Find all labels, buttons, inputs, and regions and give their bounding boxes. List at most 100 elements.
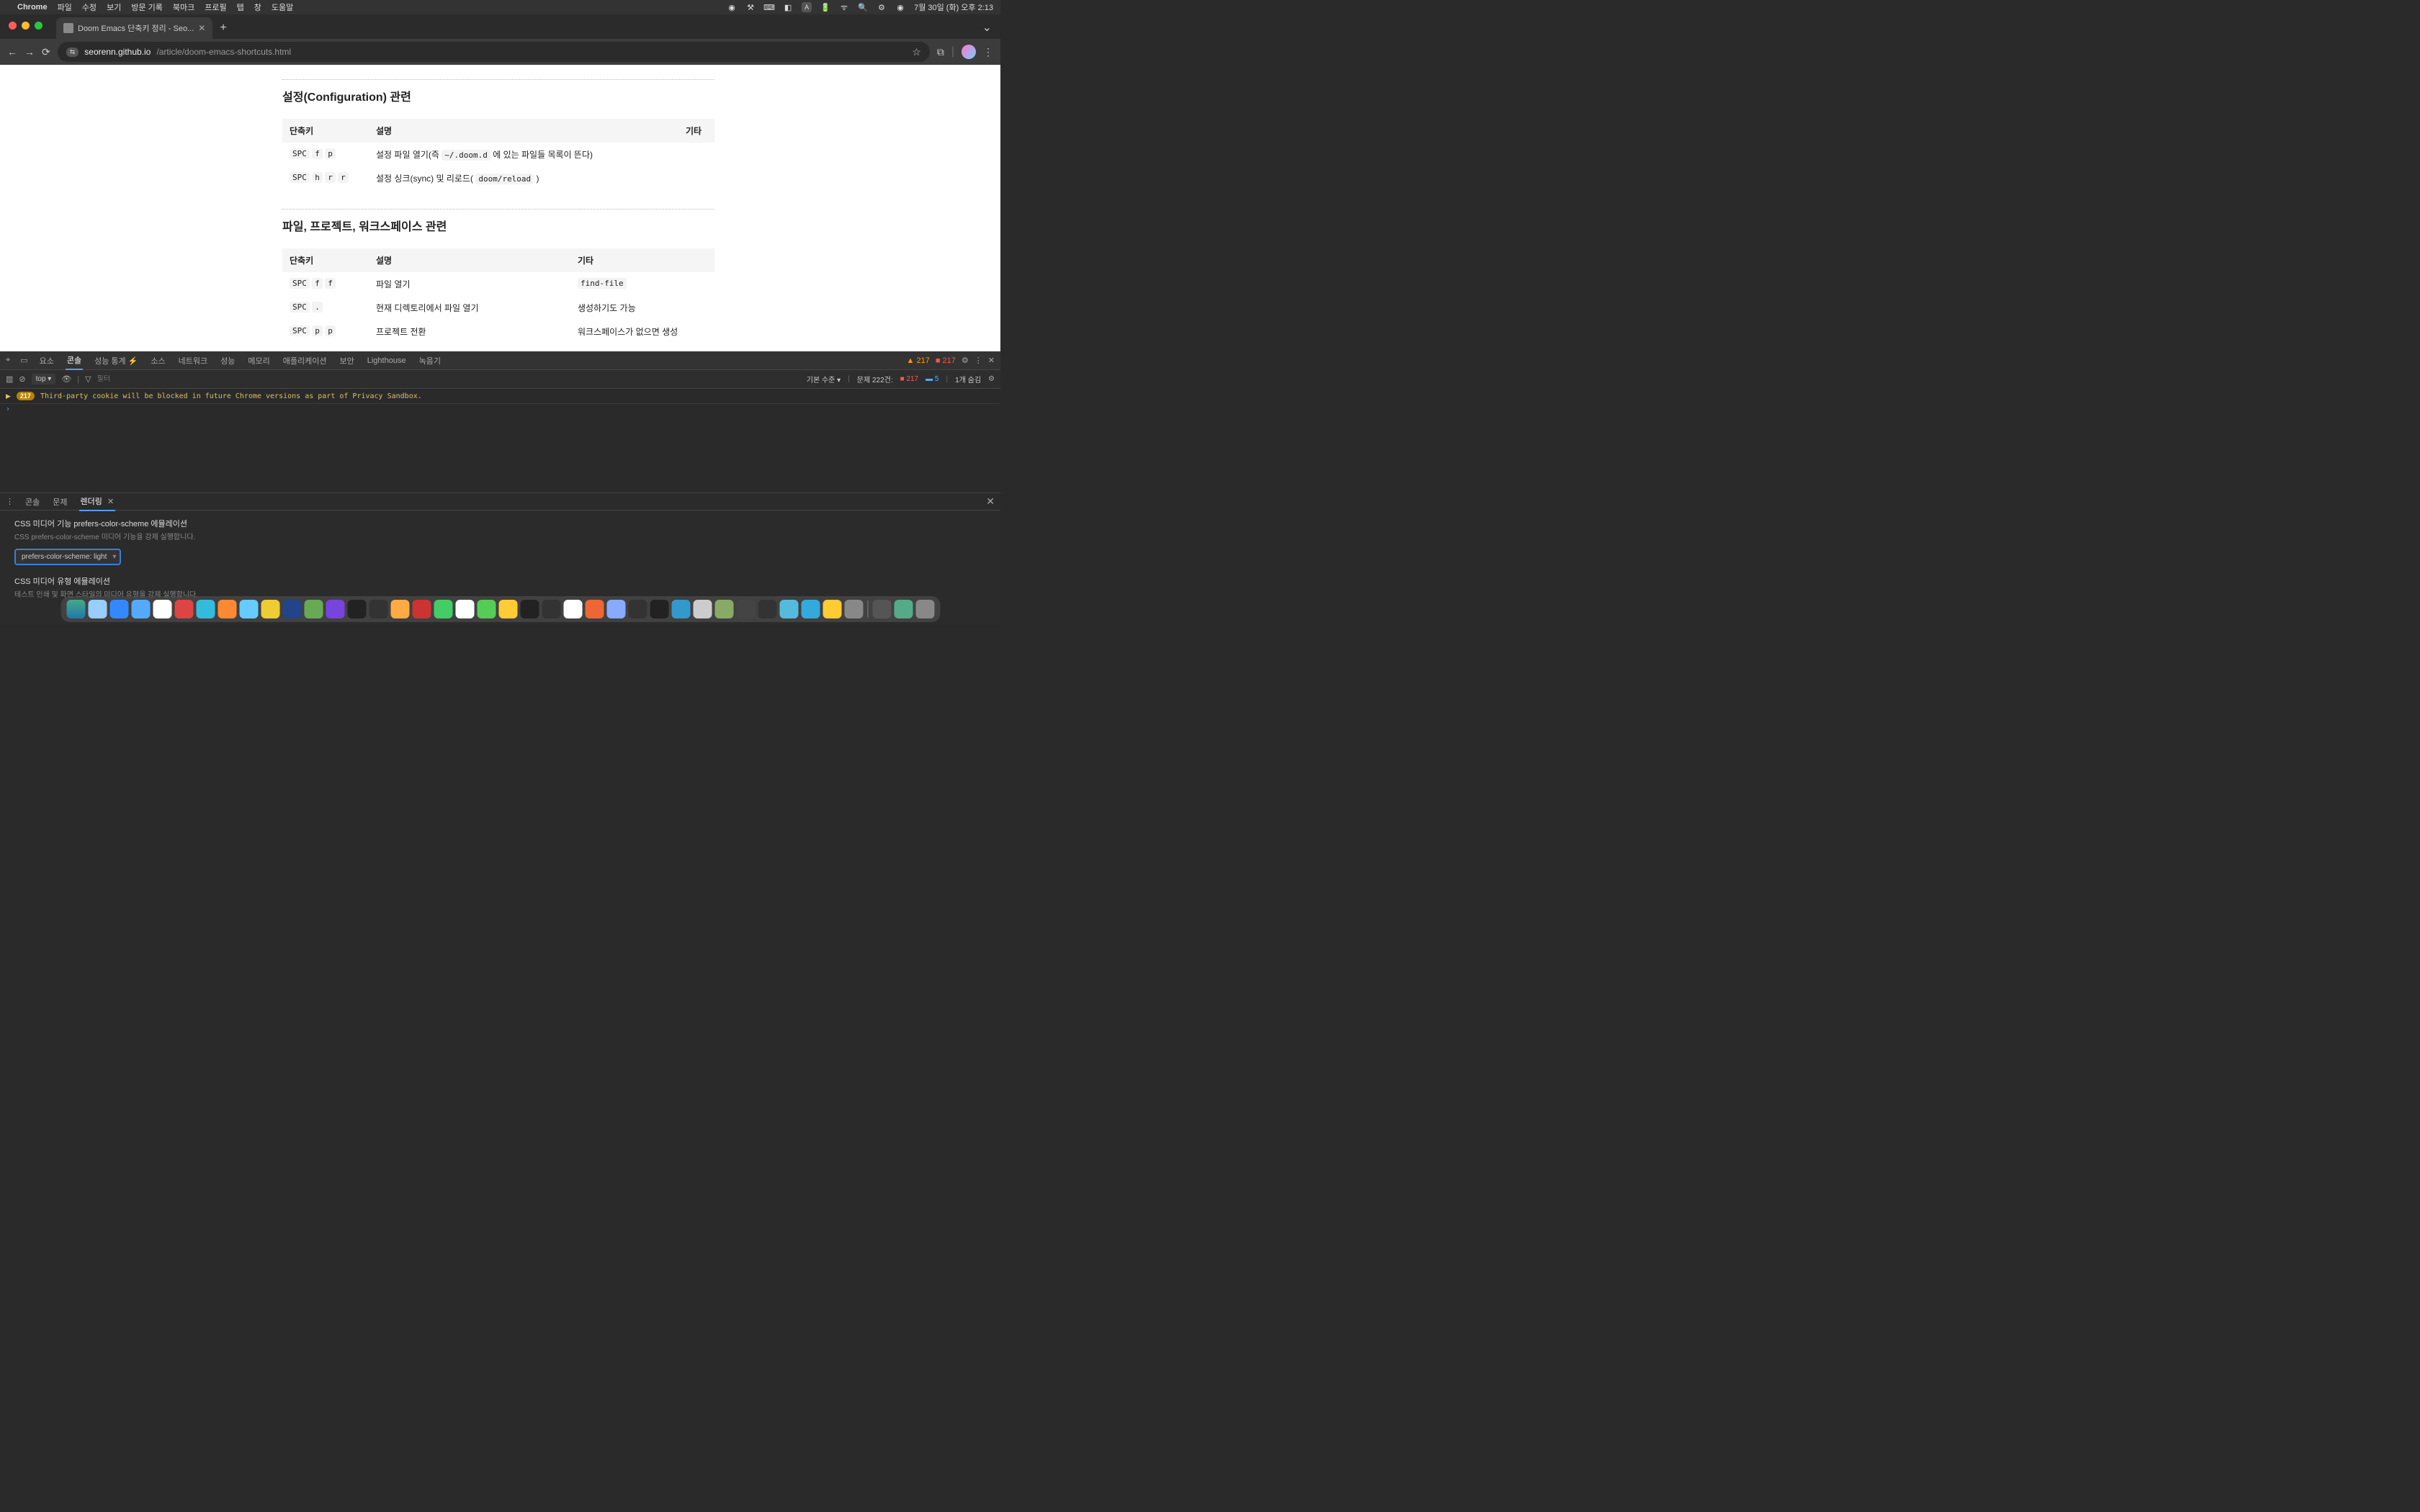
search-icon[interactable]: 🔍 — [858, 2, 868, 12]
dock-app-notion[interactable] — [347, 600, 366, 618]
dock-trash-icon[interactable] — [915, 600, 934, 618]
context-select[interactable]: top ▾ — [32, 374, 56, 384]
menu-window[interactable]: 창 — [254, 1, 261, 13]
drawer-tab-issues[interactable]: 문제 — [51, 493, 68, 510]
dock-app-edge[interactable] — [196, 600, 215, 618]
problems-msg-count[interactable]: ▬ 5 — [926, 375, 938, 383]
close-devtools-icon[interactable]: ✕ — [988, 356, 995, 365]
address-bar[interactable]: ⇆ seorenn.github.io/article/doom-emacs-s… — [58, 42, 930, 62]
dock-app[interactable] — [412, 600, 431, 618]
tab-overflow-icon[interactable]: ⌄ — [982, 20, 992, 35]
dock-app-messages[interactable] — [477, 600, 496, 618]
drawer-tab-console[interactable]: 콘솔 — [24, 493, 41, 510]
dock-app[interactable] — [779, 600, 798, 618]
tab-perfstats[interactable]: 성능 통계 ⚡ — [93, 352, 139, 369]
tab-lighthouse[interactable]: Lighthouse — [366, 354, 408, 368]
tab-recorder[interactable]: 녹음기 — [418, 352, 442, 369]
warning-count[interactable]: ▲ 217 — [907, 356, 930, 365]
dock-app-calendar[interactable] — [455, 600, 474, 618]
reload-button[interactable]: ⟳ — [42, 46, 50, 58]
tab-sources[interactable]: 소스 — [149, 352, 166, 369]
menu-tab[interactable]: 탭 — [237, 1, 244, 13]
dock-app[interactable] — [261, 600, 279, 618]
siri-icon[interactable]: ◉ — [895, 2, 905, 12]
dock-app-slack[interactable] — [563, 600, 582, 618]
dock-app-vscode[interactable] — [671, 600, 690, 618]
prefers-color-scheme-select[interactable]: prefers-color-scheme: light — [14, 549, 121, 565]
menu-profiles[interactable]: 프로필 — [205, 1, 226, 13]
dock-app[interactable] — [88, 600, 107, 618]
menu-view[interactable]: 보기 — [107, 1, 121, 13]
clear-console-icon[interactable]: ⊘ — [19, 374, 25, 384]
filter-input[interactable] — [97, 375, 169, 383]
dock-app[interactable] — [304, 600, 323, 618]
zoom-window-button[interactable] — [35, 22, 42, 30]
dock-app[interactable] — [650, 600, 668, 618]
dock-app[interactable] — [174, 600, 193, 618]
eye-icon[interactable]: 👁 — [61, 374, 71, 384]
status-icon[interactable]: ◉ — [727, 2, 737, 12]
new-tab-button[interactable]: + — [220, 22, 226, 35]
settings-icon[interactable]: ⚙ — [962, 356, 969, 365]
menu-bookmarks[interactable]: 북마크 — [173, 1, 194, 13]
dock-downloads[interactable] — [894, 600, 913, 618]
back-button[interactable]: ← — [7, 46, 17, 58]
control-center-icon[interactable]: ⚙ — [877, 2, 887, 12]
dock-app-terminal[interactable] — [520, 600, 539, 618]
menu-icon[interactable]: ⋮ — [983, 46, 993, 58]
more-icon[interactable]: ⋮ — [974, 356, 982, 365]
dock-app[interactable] — [606, 600, 625, 618]
keyboard-icon[interactable]: ⌨ — [764, 2, 774, 12]
wifi-icon[interactable]: ᯤ — [839, 2, 849, 12]
menubar-app-name[interactable]: Chrome — [17, 3, 48, 12]
minimize-window-button[interactable] — [22, 22, 30, 30]
menu-history[interactable]: 방문 기록 — [131, 1, 163, 13]
tab-console[interactable]: 콘솔 — [66, 351, 83, 370]
tab-performance[interactable]: 성능 — [219, 352, 236, 369]
menu-edit[interactable]: 수정 — [82, 1, 97, 13]
drawer-tab-rendering[interactable]: 렌더링 ✕ — [79, 492, 116, 511]
menubar-clock[interactable]: 7월 30일 (화) 오후 2:13 — [914, 1, 993, 13]
dock-app-minecraft[interactable] — [714, 600, 733, 618]
headphones-icon[interactable]: ◧ — [783, 2, 793, 12]
dock-app[interactable] — [326, 600, 344, 618]
close-tab-icon[interactable]: ✕ — [107, 498, 114, 506]
inspect-icon[interactable]: ⌖ — [6, 356, 10, 365]
dock-app-finder[interactable] — [66, 600, 85, 618]
close-drawer-icon[interactable]: ✕ — [986, 495, 995, 508]
tab-network[interactable]: 네트워크 — [177, 352, 209, 369]
dock-app[interactable] — [282, 600, 301, 618]
error-count[interactable]: ■ 217 — [936, 356, 956, 365]
dock-app[interactable] — [758, 600, 776, 618]
device-toggle-icon[interactable]: ▭ — [20, 356, 27, 365]
hidden-label[interactable]: 1개 숨김 — [955, 374, 981, 384]
dock-app-kakao[interactable] — [823, 600, 841, 618]
problems-err-count[interactable]: ■ 217 — [900, 375, 919, 383]
close-window-button[interactable] — [9, 22, 17, 30]
dock-app-safari[interactable] — [131, 600, 150, 618]
dock-app-music[interactable] — [434, 600, 452, 618]
site-info-icon[interactable]: ⇆ — [66, 48, 79, 57]
dock-app[interactable] — [585, 600, 604, 618]
dock-app[interactable] — [369, 600, 387, 618]
dock-app-mail[interactable] — [239, 600, 258, 618]
dock-app[interactable] — [736, 600, 755, 618]
dock-app-chrome[interactable] — [153, 600, 171, 618]
tool-icon[interactable]: ⚒ — [745, 2, 756, 12]
console-warning-row[interactable]: ▶ 217 Third-party cookie will be blocked… — [0, 389, 1000, 404]
dock-app[interactable] — [628, 600, 647, 618]
dock-app-firefox[interactable] — [218, 600, 236, 618]
tab-security[interactable]: 보안 — [339, 352, 356, 369]
browser-tab[interactable]: Doom Emacs 단축키 정리 - Seo... ✕ — [56, 17, 212, 39]
dock-app[interactable] — [109, 600, 128, 618]
menu-file[interactable]: 파일 — [58, 1, 72, 13]
tab-application[interactable]: 애플리케이션 — [282, 352, 328, 369]
battery-icon[interactable]: 🔋 — [820, 2, 830, 12]
drawer-more-icon[interactable]: ⋮ — [6, 497, 14, 506]
console-prompt[interactable]: › — [0, 404, 1000, 415]
extensions-icon[interactable]: ⧉ — [937, 46, 944, 58]
profile-avatar[interactable] — [962, 45, 976, 59]
dock-app[interactable] — [693, 600, 712, 618]
dock-app-settings[interactable] — [844, 600, 863, 618]
bookmark-star-icon[interactable]: ☆ — [912, 46, 921, 58]
